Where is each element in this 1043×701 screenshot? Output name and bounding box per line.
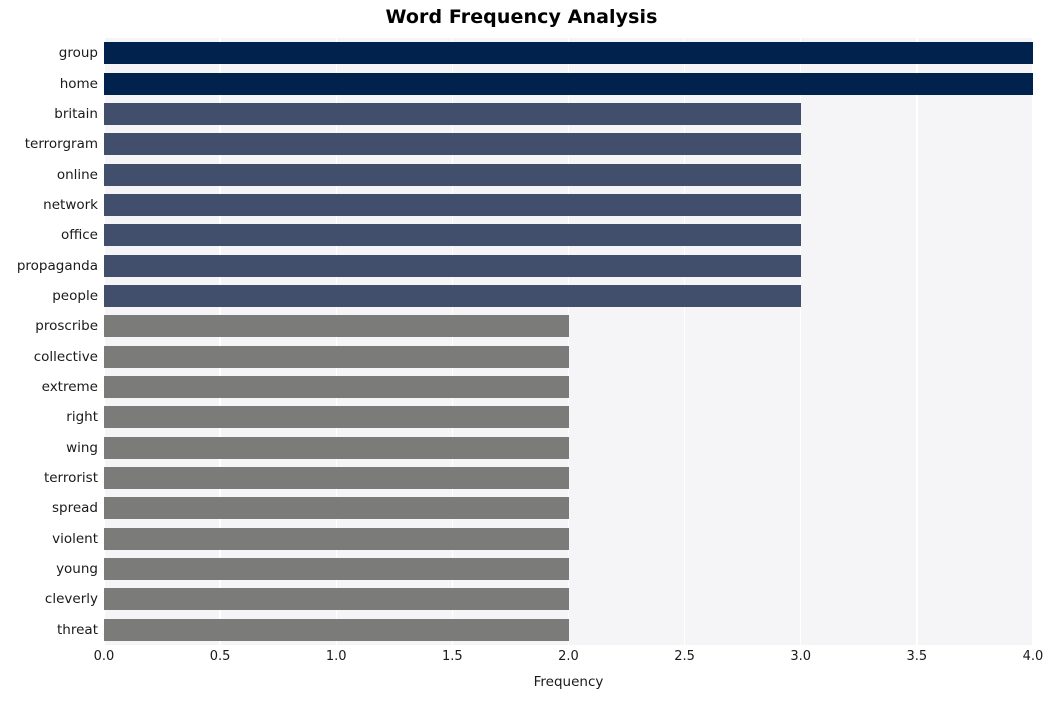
bar <box>104 588 569 611</box>
x-tick-label: 3.5 <box>906 649 928 664</box>
x-tick-label: 1.0 <box>325 649 347 664</box>
bar <box>104 467 569 490</box>
x-tick-label: 2.5 <box>674 649 695 664</box>
bar <box>104 224 801 247</box>
bar <box>104 193 801 216</box>
y-tick-label: group <box>58 45 98 62</box>
bar <box>104 102 801 125</box>
x-axis-title: Frequency <box>533 674 604 690</box>
bar <box>104 315 569 338</box>
plot-area <box>104 38 1033 645</box>
y-tick-label: extreme <box>41 379 98 396</box>
bar <box>104 133 801 156</box>
y-tick-label: propaganda <box>16 257 98 274</box>
bar <box>104 254 801 277</box>
bar <box>104 163 801 186</box>
bar <box>104 284 801 307</box>
y-tick-label: cleverly <box>44 591 98 608</box>
bar <box>104 527 569 550</box>
x-axis-tick-labels: 0.0 0.5 1.0 1.5 2.0 2.5 3.0 3.5 4.0 <box>94 649 1043 671</box>
x-tick-label: 4.0 <box>1022 649 1043 664</box>
y-tick-label: office <box>60 227 98 244</box>
y-tick-label: proscribe <box>35 318 98 335</box>
y-tick-label: online <box>56 166 98 183</box>
x-tick-label: 0.5 <box>209 649 231 664</box>
word-frequency-chart-figure: Word Frequency Analysis group home britain… <box>0 0 1043 701</box>
y-tick-label: terrorist <box>43 470 98 487</box>
y-tick-label: terrorgram <box>24 136 98 153</box>
y-tick-label: wing <box>66 439 98 456</box>
y-tick-label: collective <box>33 348 98 365</box>
y-tick-label: network <box>43 196 98 213</box>
y-tick-label: britain <box>54 105 98 122</box>
bar <box>104 72 1033 95</box>
bar <box>104 345 569 368</box>
y-tick-label: home <box>59 75 98 92</box>
bar <box>104 436 569 459</box>
bar <box>104 497 569 520</box>
y-tick-label: people <box>52 287 98 304</box>
y-axis-tick-labels: group home britain terrorgram online network o… <box>0 38 98 645</box>
y-tick-label: spread <box>51 500 98 517</box>
x-tick-label: 2.0 <box>558 649 579 664</box>
bar <box>104 406 569 429</box>
bar <box>104 42 1033 65</box>
y-tick-label: violent <box>52 530 98 547</box>
y-tick-label: young <box>56 561 98 578</box>
bar <box>104 558 569 581</box>
y-tick-label: right <box>66 409 98 426</box>
x-tick-label: 0.0 <box>93 649 115 664</box>
bar <box>104 376 569 399</box>
chart-title: Word Frequency Analysis <box>385 6 658 28</box>
x-tick-label: 3.0 <box>790 649 812 664</box>
y-tick-label: threat <box>57 621 98 638</box>
x-tick-label: 1.5 <box>442 649 463 664</box>
bar <box>104 618 569 641</box>
bars-layer <box>104 38 1033 645</box>
